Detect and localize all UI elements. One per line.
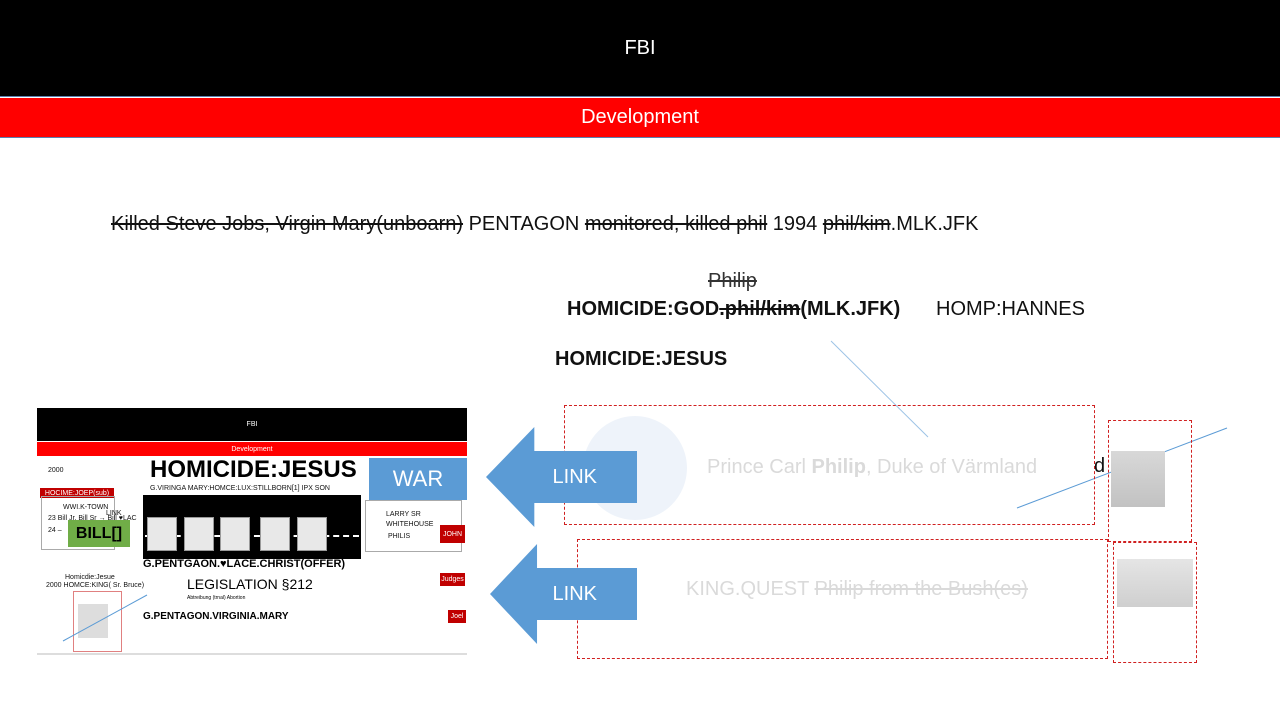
card-1-prefix: Prince Carl xyxy=(707,456,812,478)
card-1-trail-text: d xyxy=(1094,455,1106,477)
card-2-prefix: KING.QUEST xyxy=(686,578,815,600)
group-photo-2 xyxy=(1117,559,1193,607)
card-1-text: Prince Carl Philip, Duke of Värmland xyxy=(707,456,1037,479)
card-2-strike: Philip from the Bush(es) xyxy=(814,578,1028,600)
card-1-suffix: , Duke of Värmland xyxy=(865,456,1038,478)
link-card-2[interactable]: KING.QUEST Philip from the Bush(es) xyxy=(577,539,1108,659)
card-1-bold: Philip xyxy=(811,456,866,478)
thumb-diagonal-line xyxy=(62,594,148,642)
link-card-1[interactable]: Prince Carl Philip, Duke of Värmland xyxy=(564,405,1095,525)
thumb-line xyxy=(62,594,148,642)
portrait-photo-1 xyxy=(1111,451,1165,507)
card-2-text: KING.QUEST Philip from the Bush(es) xyxy=(686,578,1028,601)
photo-frame-2 xyxy=(1113,542,1197,663)
slide-thumbnail: FBI Development 2000 HOMICIDE:JESUS G.VI… xyxy=(37,408,467,655)
link-arrow-2-label: LINK xyxy=(552,582,597,605)
link-arrow-1-label: LINK xyxy=(552,465,597,488)
photo-frame-1 xyxy=(1108,420,1192,542)
